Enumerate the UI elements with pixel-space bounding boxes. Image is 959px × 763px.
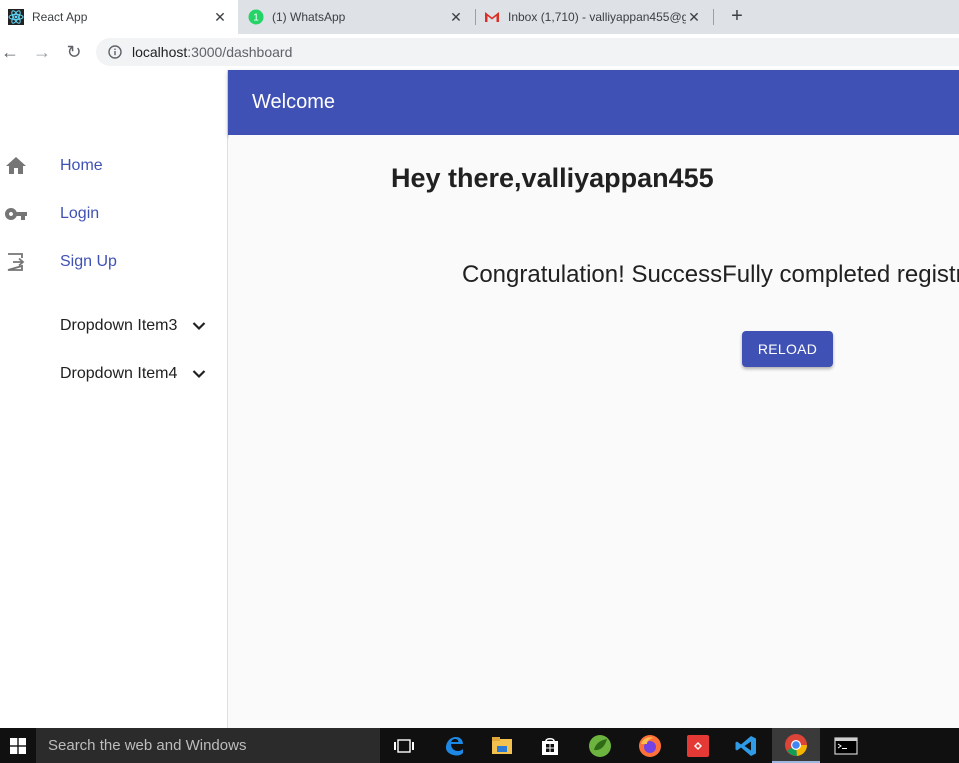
- git-button[interactable]: [674, 728, 722, 763]
- spring-icon: [589, 734, 611, 757]
- terminal-icon: [834, 736, 858, 755]
- tab-title: Inbox (1,710) - valliyappan455@g: [508, 10, 686, 24]
- edge-button[interactable]: [430, 728, 478, 763]
- search-placeholder: Search the web and Windows: [48, 737, 247, 754]
- react-icon: [8, 9, 24, 25]
- dropdown-label: Dropdown Item3: [60, 317, 178, 334]
- browser-tab-strip: React App ✕ 1 (1) WhatsApp ✕ Inbox (1,71…: [0, 0, 959, 34]
- file-explorer-icon: [492, 736, 512, 754]
- sidebar-item-home[interactable]: Home: [0, 146, 228, 186]
- sidebar-item-label: Sign Up: [60, 253, 117, 270]
- close-icon[interactable]: ✕: [448, 9, 464, 25]
- sidebar-item-label: Login: [60, 205, 100, 222]
- terminal-button[interactable]: [822, 728, 870, 763]
- key-icon: [5, 208, 27, 220]
- whatsapp-icon: 1: [248, 9, 264, 25]
- task-view-button[interactable]: [380, 728, 428, 763]
- back-button[interactable]: ←: [0, 40, 22, 64]
- dropdown-item3[interactable]: Dropdown Item3: [0, 306, 228, 346]
- tab-title: (1) WhatsApp: [272, 10, 346, 24]
- close-icon[interactable]: ✕: [686, 9, 702, 25]
- browser-toolbar: ← → ↻ localhost:3000/dashboard: [0, 34, 959, 70]
- vscode-button[interactable]: [722, 728, 770, 763]
- success-message: Congratulation! SuccessFully completed r…: [462, 261, 959, 288]
- store-icon: [542, 737, 558, 755]
- app-bar: Welcome: [228, 70, 959, 135]
- firefox-button[interactable]: [626, 728, 674, 763]
- url-host: localhost: [132, 44, 188, 60]
- greeting-heading: Hey there,valliyappan455: [391, 163, 714, 193]
- sidebar-item-login[interactable]: Login: [0, 194, 228, 234]
- svg-text:1: 1: [253, 13, 259, 24]
- edge-icon: [446, 736, 463, 755]
- windows-icon: [10, 737, 26, 754]
- taskbar-search[interactable]: Search the web and Windows: [36, 728, 380, 763]
- reload-button[interactable]: RELOAD: [742, 331, 833, 367]
- chevron-down-icon: [192, 370, 206, 379]
- tab-gmail[interactable]: Inbox (1,710) - valliyappan455@g ✕: [476, 0, 712, 34]
- firefox-icon: [639, 734, 661, 757]
- main-content: Hey there,valliyappan455 Congratulation!…: [229, 135, 959, 728]
- dropdown-item4[interactable]: Dropdown Item4: [0, 354, 228, 394]
- dropdown-label: Dropdown Item4: [60, 365, 178, 382]
- spring-button[interactable]: [576, 728, 624, 763]
- gmail-icon: [485, 12, 499, 22]
- start-button[interactable]: [0, 728, 36, 763]
- git-icon: [687, 734, 709, 757]
- sidebar-item-label: Home: [60, 157, 103, 174]
- chrome-button[interactable]: [772, 728, 820, 763]
- url-text: localhost:3000/dashboard: [132, 44, 292, 60]
- taskbar: Search the web and Windows: [0, 728, 959, 763]
- app-bar-title: Welcome: [252, 91, 335, 113]
- address-bar[interactable]: localhost:3000/dashboard: [96, 38, 959, 66]
- vscode-icon: [735, 735, 756, 756]
- task-view-icon: [394, 738, 414, 753]
- tab-separator: [713, 9, 714, 25]
- new-tab-button[interactable]: +: [726, 6, 748, 28]
- url-path: :3000/dashboard: [187, 44, 293, 60]
- sidebar: Home Login Sign Up Dropdown Item3 Dropdo…: [0, 70, 228, 728]
- forward-button[interactable]: →: [30, 40, 54, 64]
- info-icon[interactable]: [108, 45, 122, 59]
- home-icon: [6, 157, 26, 174]
- sign-in-icon: [7, 253, 25, 271]
- close-icon[interactable]: ✕: [212, 9, 228, 25]
- tab-whatsapp[interactable]: 1 (1) WhatsApp ✕: [240, 0, 474, 34]
- store-button[interactable]: [526, 728, 574, 763]
- chrome-icon: [785, 733, 808, 756]
- tab-react-app[interactable]: React App ✕: [0, 0, 238, 34]
- reload-page-button[interactable]: ↻: [62, 40, 86, 64]
- chevron-down-icon: [192, 322, 206, 331]
- tab-title: React App: [32, 10, 88, 24]
- sidebar-item-signup[interactable]: Sign Up: [0, 242, 228, 282]
- file-explorer-button[interactable]: [478, 728, 526, 763]
